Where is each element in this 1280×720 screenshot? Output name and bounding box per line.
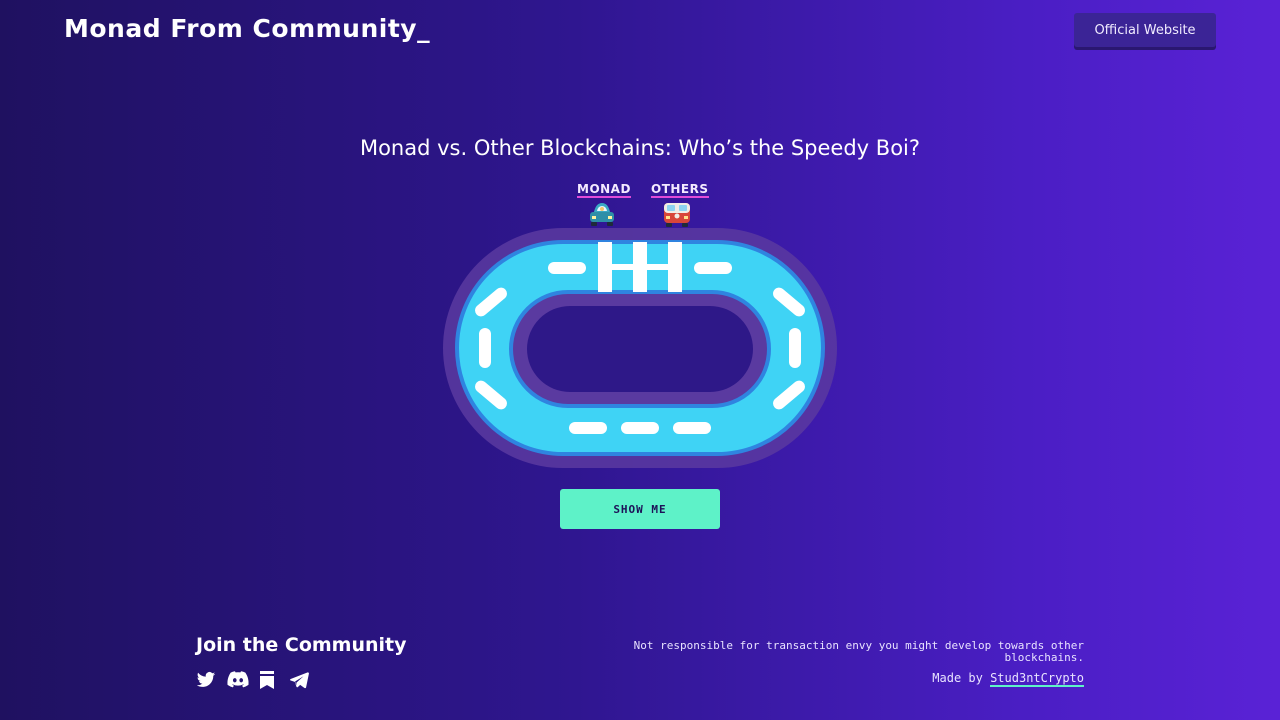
disclaimer-text: Not responsible for transaction envy you… bbox=[633, 639, 1084, 664]
bus-icon bbox=[664, 203, 690, 227]
bookmark-icon[interactable] bbox=[258, 670, 278, 690]
site-title[interactable]: Monad From Community_ bbox=[64, 14, 430, 43]
social-links bbox=[196, 670, 309, 690]
others-label: OTHERS bbox=[651, 182, 709, 198]
author-link[interactable]: Stud3ntCrypto bbox=[990, 671, 1084, 687]
discord-icon[interactable] bbox=[227, 670, 249, 690]
car-icon bbox=[590, 203, 614, 226]
official-website-button[interactable]: Official Website bbox=[1074, 13, 1216, 47]
twitter-icon[interactable] bbox=[196, 670, 216, 690]
page-heading: Monad vs. Other Blockchains: Who’s the S… bbox=[359, 136, 921, 160]
made-by-line: Made by Stud3ntCrypto bbox=[932, 671, 1084, 687]
join-community-title: Join the Community bbox=[196, 634, 407, 656]
made-by-prefix: Made by bbox=[932, 671, 991, 685]
race-labels: MONAD OTHERS bbox=[0, 182, 1280, 202]
race-track bbox=[443, 228, 837, 468]
telegram-icon[interactable] bbox=[289, 670, 309, 690]
show-me-button[interactable]: SHOW ME bbox=[560, 489, 720, 529]
monad-label: MONAD bbox=[577, 182, 631, 198]
